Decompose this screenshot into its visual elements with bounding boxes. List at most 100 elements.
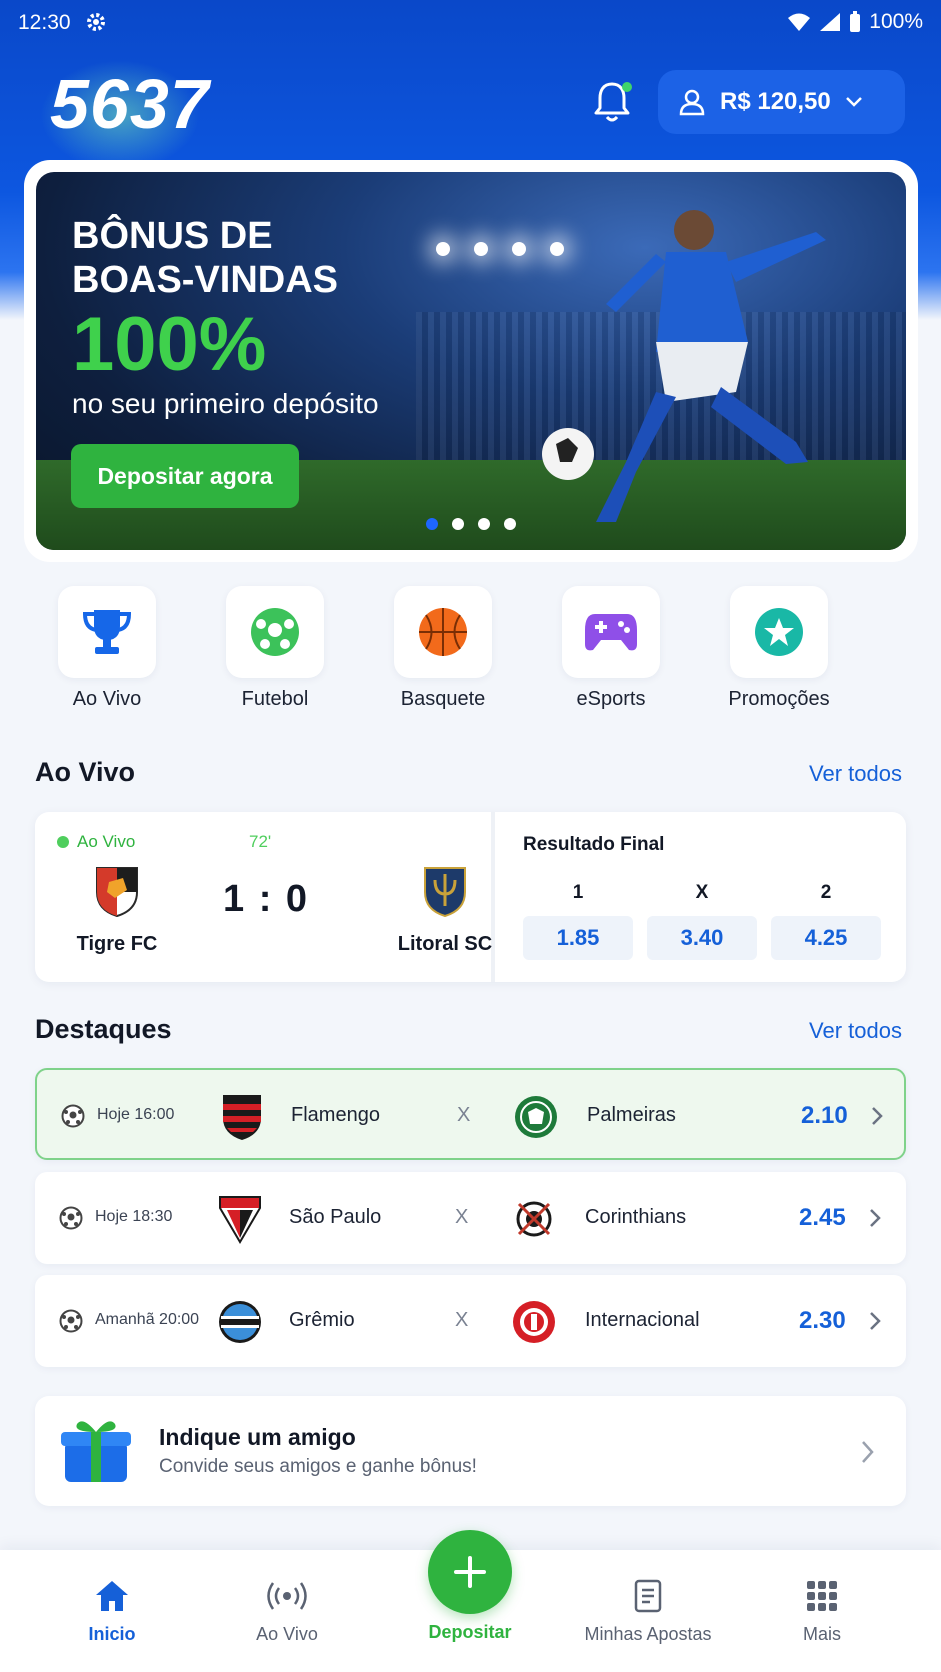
odd-button[interactable]: 4.25 (771, 916, 881, 960)
referral-title: Indique um amigo (159, 1424, 356, 1450)
flamengo-crest-icon (223, 1095, 261, 1140)
carousel-dot[interactable] (478, 518, 490, 530)
odd-option-draw: X 3.40 (647, 882, 757, 960)
versus-label: X (455, 1206, 469, 1228)
live-status-label: Ao Vivo (77, 832, 136, 851)
promo-banner[interactable]: BÔNUS DE BOAS-VINDAS 100% no seu primeir… (36, 172, 906, 550)
versus-label: X (457, 1104, 471, 1126)
deposit-fab-button[interactable] (428, 1530, 512, 1614)
litoral-sc-crest-icon (424, 867, 466, 918)
referral-subtitle: Convide seus amigos e ganhe bônus! (159, 1456, 477, 1477)
category-tile (562, 586, 660, 678)
nav-minhas-apostas[interactable]: Minhas Apostas (573, 1574, 723, 1645)
palmeiras-crest-icon (515, 1096, 557, 1138)
odd-label: 2 (820, 882, 832, 903)
soccer-player-illustration (542, 210, 826, 522)
deposit-now-button[interactable]: Depositar agora (71, 444, 299, 508)
battery-percent: 100% (869, 10, 923, 33)
live-see-all-link[interactable]: Ver todos (809, 761, 902, 787)
soccer-ball-icon (59, 1309, 83, 1333)
highlights-section-title: Destaques (35, 1014, 172, 1044)
odd-button[interactable]: 3.40 (647, 916, 757, 960)
category-label: Ao Vivo (72, 688, 142, 710)
nav-label: Mais (802, 1624, 841, 1644)
trophy-icon (82, 610, 132, 654)
settings-gear-icon (87, 13, 105, 31)
odd-option-away: 2 4.25 (771, 882, 881, 960)
live-match-card[interactable]: Ao Vivo 72' Tigre FC 1 : 0 Litoral SC Re… (35, 812, 906, 982)
balance-button[interactable]: R$ 120,50 (658, 70, 905, 134)
gift-icon (61, 1421, 131, 1482)
signal-icon (820, 13, 841, 31)
chevron-right-icon (862, 1441, 874, 1463)
brand-logo[interactable]: 5637 (50, 64, 210, 144)
highlight-match-row[interactable]: Hoje 18:30 São Paulo X Corinthians 2.45 (35, 1172, 906, 1264)
gremio-crest-icon (219, 1301, 261, 1343)
category-tile (394, 586, 492, 678)
chevron-down-icon (845, 97, 862, 107)
battery-icon (850, 11, 861, 32)
carousel-dot[interactable] (504, 518, 516, 530)
gamepad-icon (585, 614, 637, 651)
star-badge-icon (755, 608, 803, 656)
category-label: Basquete (400, 688, 486, 710)
away-team-name: Palmeiras (587, 1104, 676, 1126)
banner-title-line2: BOAS-VINDAS (72, 259, 339, 301)
home-team-name: São Paulo (289, 1206, 382, 1228)
highlights-see-all-link[interactable]: Ver todos (809, 1018, 902, 1044)
odd-button[interactable]: 1.85 (523, 916, 633, 960)
nav-ao-vivo[interactable]: Ao Vivo (212, 1574, 362, 1645)
notification-dot (622, 82, 632, 92)
status-indicators: 100% (787, 10, 923, 34)
referral-card[interactable]: Indique um amigo Convide seus amigos e g… (35, 1396, 906, 1506)
match-odd[interactable]: 2.10 (801, 1102, 848, 1130)
category-label: Promoções (728, 688, 830, 710)
nav-label: Ao Vivo (256, 1624, 318, 1644)
nav-inicio[interactable]: Inicio (37, 1574, 187, 1645)
soccer-ball-icon (251, 608, 299, 656)
live-status-badge: Ao Vivo (57, 832, 135, 852)
category-tile (58, 586, 156, 678)
away-team-name: Internacional (585, 1309, 700, 1331)
category-ao-vivo[interactable]: Ao Vivo (42, 586, 172, 711)
category-esports[interactable]: eSports (546, 586, 676, 711)
status-time: 12:30 (18, 11, 71, 34)
carousel-dot[interactable] (426, 518, 438, 530)
category-basquete[interactable]: Basquete (378, 586, 508, 711)
match-odd[interactable]: 2.30 (799, 1307, 846, 1335)
highlight-match-row[interactable]: Amanhã 20:00 Grêmio X Internacional 2.30 (35, 1275, 906, 1367)
highlight-match-row[interactable]: Hoje 16:00 Flamengo X Palmeiras 2.10 (35, 1068, 906, 1160)
away-team-name: Litoral SC (397, 933, 493, 955)
match-time: Hoje 18:30 (95, 1208, 173, 1225)
banner-text: BÔNUS DE BOAS-VINDAS 100% no seu primeir… (72, 214, 379, 420)
home-icon (96, 1581, 128, 1611)
banner-title-line1: BÔNUS DE (72, 215, 273, 257)
internacional-crest-icon (513, 1301, 555, 1343)
home-team-name: Tigre FC (76, 933, 158, 955)
plus-icon (454, 1556, 486, 1588)
match-odd[interactable]: 2.45 (799, 1204, 846, 1232)
match-time: Hoje 16:00 (97, 1106, 175, 1123)
live-match-score: Ao Vivo 72' Tigre FC 1 : 0 Litoral SC (35, 812, 495, 982)
category-futebol[interactable]: Futebol (210, 586, 340, 711)
home-team-name: Flamengo (291, 1104, 380, 1126)
carousel-dot[interactable] (452, 518, 464, 530)
promo-banner-frame: BÔNUS DE BOAS-VINDAS 100% no seu primeir… (24, 160, 918, 562)
chevron-right-icon (872, 1107, 883, 1125)
category-label: Futebol (241, 688, 309, 710)
soccer-ball-icon (59, 1206, 83, 1230)
corinthians-crest-icon (516, 1201, 552, 1237)
soccer-ball-icon (61, 1104, 85, 1128)
basketball-icon (419, 608, 467, 656)
odd-label: X (695, 882, 709, 903)
nav-label: Minhas Apostas (584, 1624, 712, 1644)
banner-percent: 100% (72, 302, 267, 387)
category-promocoes[interactable]: Promoções (714, 586, 844, 711)
category-tile (730, 586, 828, 678)
match-minute: 72' (249, 832, 272, 851)
carousel-dots (426, 518, 516, 530)
user-icon (679, 89, 705, 116)
deposit-nav-label[interactable]: Depositar (400, 1622, 540, 1643)
live-section-title: Ao Vivo (35, 757, 136, 787)
nav-mais[interactable]: Mais (747, 1574, 897, 1645)
